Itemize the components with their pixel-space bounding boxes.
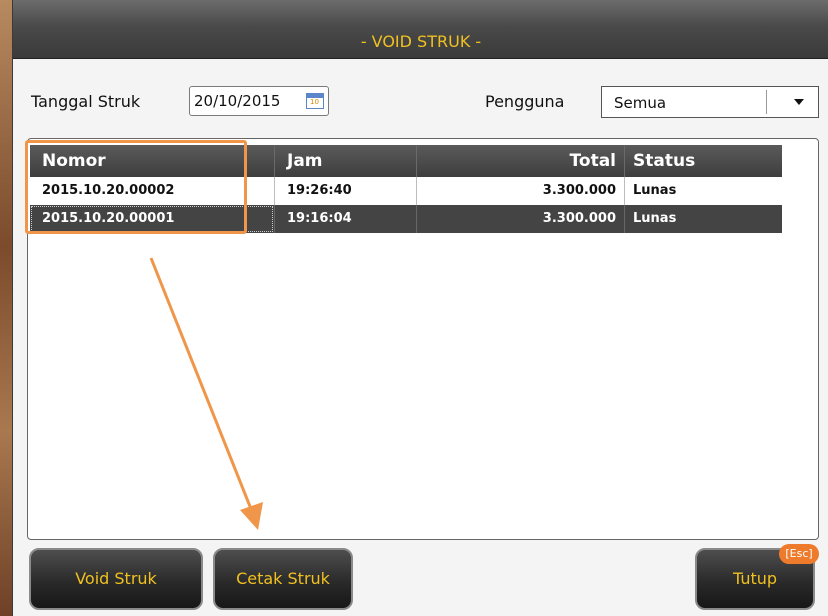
tanggal-struk-value: 20/10/2015 (194, 92, 281, 110)
background-desktop (0, 0, 12, 616)
chevron-down-icon[interactable] (794, 99, 804, 105)
void-struk-dialog: - VOID STRUK - Tanggal Struk 20/10/2015 … (12, 0, 828, 616)
cell-total: 3.300.000 (416, 205, 624, 233)
cell-jam: 19:16:04 (274, 205, 416, 233)
cell-total: 3.300.000 (416, 177, 624, 205)
header-total[interactable]: Total (416, 145, 624, 177)
cell-status: Lunas (624, 205, 782, 233)
esc-shortcut-badge: [Esc] (779, 544, 819, 564)
tanggal-struk-input[interactable]: 20/10/2015 10 (189, 86, 329, 116)
header-status[interactable]: Status (624, 145, 782, 177)
calendar-icon-day: 10 (310, 98, 319, 106)
select-divider (766, 90, 767, 114)
calendar-icon[interactable]: 10 (306, 93, 324, 109)
dialog-title: - VOID STRUK - (360, 32, 482, 51)
pengguna-select-value: Semua (614, 94, 667, 112)
cell-jam: 19:26:40 (274, 177, 416, 205)
header-jam[interactable]: Jam (274, 145, 416, 177)
annotation-highlight-box (25, 140, 247, 234)
void-struk-button[interactable]: Void Struk (29, 548, 203, 610)
title-bar: - VOID STRUK - (13, 0, 828, 59)
tutup-label: Tutup (732, 569, 778, 588)
cetak-struk-button[interactable]: Cetak Struk (213, 548, 353, 610)
pengguna-select[interactable]: Semua (601, 86, 819, 118)
tanggal-struk-label: Tanggal Struk (31, 92, 141, 111)
tutup-button[interactable]: Tutup [Esc] (695, 544, 819, 610)
cell-status: Lunas (624, 177, 782, 205)
pengguna-label: Pengguna (485, 92, 565, 111)
